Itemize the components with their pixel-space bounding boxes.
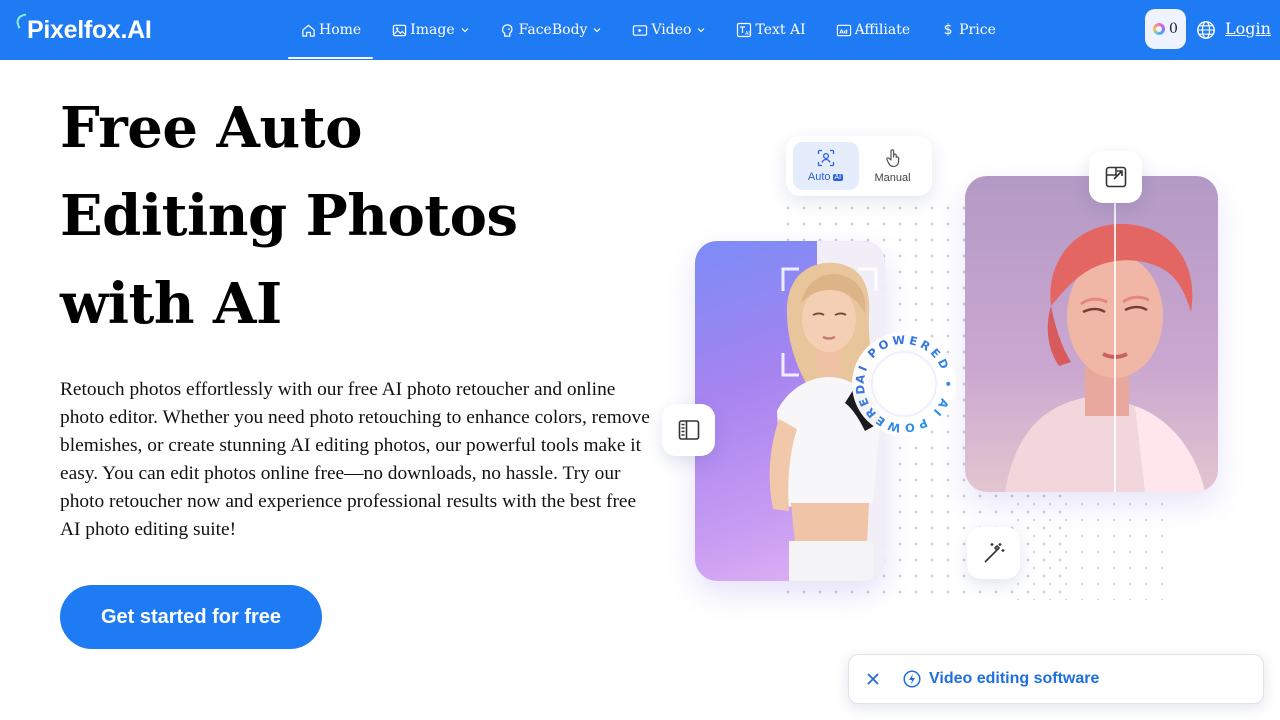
face-icon bbox=[500, 22, 516, 38]
nav-facebody-label: FaceBody bbox=[518, 22, 588, 38]
login-link[interactable]: Login bbox=[1225, 19, 1271, 38]
close-icon[interactable] bbox=[863, 669, 883, 689]
compare-panel-icon bbox=[678, 420, 699, 440]
ai-powered-badge: AI POWERED • AI POWERED • bbox=[845, 325, 956, 436]
logo-leaf-icon bbox=[14, 13, 30, 45]
home-icon bbox=[300, 22, 316, 38]
promo-toast: Video editing software bbox=[848, 654, 1264, 704]
nav-image-label: Image bbox=[410, 22, 455, 38]
hero-title-line: Editing Photos bbox=[60, 183, 518, 249]
compare-panel-button[interactable] bbox=[662, 404, 715, 456]
manual-mode-option[interactable]: Manual bbox=[860, 142, 926, 190]
svg-text:Ad: Ad bbox=[839, 29, 847, 35]
auto-mode-option[interactable]: Auto AI bbox=[792, 142, 859, 190]
before-after-split-line bbox=[1114, 176, 1116, 492]
top-navbar: Pixelfox.AI Home Image FaceBody Video AI… bbox=[0, 0, 1280, 60]
magic-wand-icon bbox=[983, 543, 1004, 563]
magic-wand-button[interactable] bbox=[967, 527, 1020, 579]
nav-facebody[interactable]: FaceBody bbox=[488, 0, 615, 60]
credits-badge[interactable]: 0 bbox=[1145, 9, 1186, 49]
credit-gem-icon bbox=[1153, 23, 1166, 35]
chevron-down-icon bbox=[696, 25, 706, 35]
face-scan-icon bbox=[817, 149, 834, 167]
nav-home[interactable]: Home bbox=[288, 0, 374, 60]
sample-photo-after bbox=[965, 176, 1218, 492]
svg-text:AI: AI bbox=[745, 31, 750, 37]
nav-image[interactable]: Image bbox=[379, 0, 481, 60]
get-started-button[interactable]: Get started for free bbox=[60, 585, 322, 649]
ai-badge: AI bbox=[832, 174, 844, 181]
bolt-icon bbox=[903, 670, 921, 688]
manual-mode-label: Manual bbox=[874, 172, 911, 184]
nav-video-label: Video bbox=[651, 22, 692, 38]
language-globe-icon[interactable] bbox=[1196, 20, 1216, 40]
hero-title-line: Free Auto bbox=[60, 95, 362, 161]
decorative-dot-grid bbox=[1010, 480, 1170, 600]
redhead-portrait-illustration bbox=[1005, 223, 1205, 492]
hero-description: Retouch photos effortlessly with our fre… bbox=[60, 379, 650, 540]
brand-name: Pixelfox.AI bbox=[27, 15, 152, 44]
chevron-down-icon bbox=[592, 25, 602, 35]
nav-home-label: Home bbox=[319, 22, 362, 38]
nav-video[interactable]: Video bbox=[620, 0, 718, 60]
auto-mode-label: Auto bbox=[807, 171, 831, 183]
text-ai-icon: AI bbox=[736, 22, 752, 38]
nav-affiliate-label: Affiliate bbox=[854, 22, 911, 38]
nav-text-ai[interactable]: AI Text AI bbox=[724, 0, 817, 60]
image-icon bbox=[391, 22, 407, 38]
main-nav: Home Image FaceBody Video AI Text AI Ad … bbox=[288, 0, 1008, 60]
dollar-icon: $ bbox=[943, 22, 953, 38]
nav-price[interactable]: $ Price bbox=[928, 0, 1008, 60]
expand-button[interactable] bbox=[1089, 151, 1142, 203]
chevron-down-icon bbox=[460, 25, 470, 35]
nav-affiliate[interactable]: Ad Affiliate bbox=[824, 0, 923, 60]
affiliate-icon: Ad bbox=[836, 22, 852, 38]
nav-text-ai-label: Text AI bbox=[755, 22, 806, 38]
brand-logo[interactable]: Pixelfox.AI bbox=[14, 13, 152, 47]
credits-count: 0 bbox=[1169, 21, 1178, 37]
video-icon bbox=[632, 22, 648, 38]
hero-title: Free Auto Editing Photos with AI bbox=[60, 84, 620, 348]
edit-mode-toggle: Auto AI Manual bbox=[786, 136, 932, 196]
hero-title-line: with AI bbox=[60, 271, 282, 337]
promo-toast-link[interactable]: Video editing software bbox=[929, 670, 1099, 688]
expand-icon bbox=[1105, 166, 1126, 188]
nav-price-label: Price bbox=[959, 22, 996, 38]
hand-pointer-icon bbox=[885, 149, 899, 168]
